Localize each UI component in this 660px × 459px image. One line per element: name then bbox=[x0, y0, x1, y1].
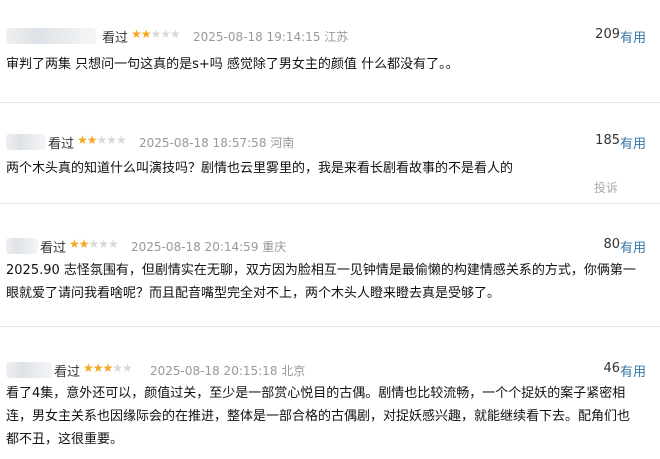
avatar-username-blurred[interactable] bbox=[6, 28, 96, 44]
useful-button[interactable]: 有用 bbox=[620, 133, 646, 152]
useful-button[interactable]: 有用 bbox=[620, 237, 646, 256]
star-empty-icon: ★★★ bbox=[88, 237, 119, 251]
timestamp: 2025-08-18 19:14:15 bbox=[193, 30, 321, 44]
comment-meta: 看过 ★★★★★ 2025-08-18 18:57:58 河南 185 有用 bbox=[0, 132, 660, 152]
useful-button[interactable]: 有用 bbox=[620, 361, 646, 380]
vote-count: 209 bbox=[595, 27, 620, 42]
comment-text: 看了4集，意外还可以，颜值过关，至少是一部赏心悦目的古偶。剧情也比较流畅，一个个… bbox=[6, 386, 631, 447]
comment-time: 2025-08-18 20:15:18 北京 bbox=[150, 362, 305, 379]
comment-meta: 看过 ★★★★★ 2025-08-18 20:14:59 重庆 80 有用 bbox=[0, 236, 660, 256]
location: 北京 bbox=[281, 364, 306, 378]
report-button[interactable]: 投诉 bbox=[594, 179, 618, 196]
location: 河南 bbox=[270, 136, 295, 150]
rating-stars: ★★★★★ bbox=[77, 133, 127, 147]
watched-label: 看过 bbox=[48, 137, 75, 152]
comment-time: 2025-08-18 19:14:15 江苏 bbox=[193, 28, 348, 45]
divider bbox=[0, 102, 660, 103]
star-filled-icon: ★★ bbox=[69, 237, 89, 251]
vote-count: 80 bbox=[603, 237, 620, 252]
comment-time: 2025-08-18 20:14:59 重庆 bbox=[131, 238, 286, 255]
comment-meta: 看过 ★★★★★ 2025-08-18 20:15:18 北京 46 有用 bbox=[0, 360, 660, 380]
location: 重庆 bbox=[262, 240, 287, 254]
star-empty-icon: ★★ bbox=[112, 361, 132, 375]
avatar-username-blurred[interactable] bbox=[6, 238, 38, 254]
comment-text: 审判了两集 只想问一句这真的是s+吗 感觉除了男女主的颜值 什么都没有了。。 bbox=[6, 57, 459, 72]
divider bbox=[0, 326, 660, 327]
location: 江苏 bbox=[324, 30, 349, 44]
rating-stars: ★★★★★ bbox=[131, 27, 181, 41]
comment-text: 两个木头真的知道什么叫演技吗？剧情也云里雾里的，我是来看长剧看故事的不是看人的 bbox=[6, 161, 514, 176]
timestamp: 2025-08-18 20:14:59 bbox=[131, 240, 259, 254]
star-filled-icon: ★★★ bbox=[83, 361, 113, 375]
divider bbox=[0, 203, 660, 204]
star-filled-icon: ★★ bbox=[77, 133, 97, 147]
vote-count: 185 bbox=[595, 133, 620, 148]
avatar-username-blurred[interactable] bbox=[6, 134, 46, 150]
rating-stars: ★★★★★ bbox=[69, 237, 119, 251]
star-empty-icon: ★★★ bbox=[96, 133, 127, 147]
avatar-username-blurred[interactable] bbox=[6, 362, 52, 378]
timestamp: 2025-08-18 18:57:58 bbox=[139, 136, 267, 150]
useful-button[interactable]: 有用 bbox=[620, 27, 646, 46]
watched-label: 看过 bbox=[102, 31, 129, 46]
star-filled-icon: ★★ bbox=[131, 27, 151, 41]
rating-stars: ★★★★★ bbox=[83, 361, 133, 375]
comment-meta: 看过 ★★★★★ 2025-08-18 19:14:15 江苏 209 有用 bbox=[0, 26, 660, 46]
comment-time: 2025-08-18 18:57:58 河南 bbox=[139, 134, 294, 151]
watched-label: 看过 bbox=[40, 241, 67, 256]
timestamp: 2025-08-18 20:15:18 bbox=[150, 364, 278, 378]
star-empty-icon: ★★★ bbox=[150, 27, 181, 41]
watched-label: 看过 bbox=[54, 365, 81, 380]
comment-text: 2025.90 志怪氛围有，但剧情实在无聊，双方因为脸相互一见钟情是最偷懒的构建… bbox=[6, 263, 636, 301]
vote-count: 46 bbox=[603, 361, 620, 376]
